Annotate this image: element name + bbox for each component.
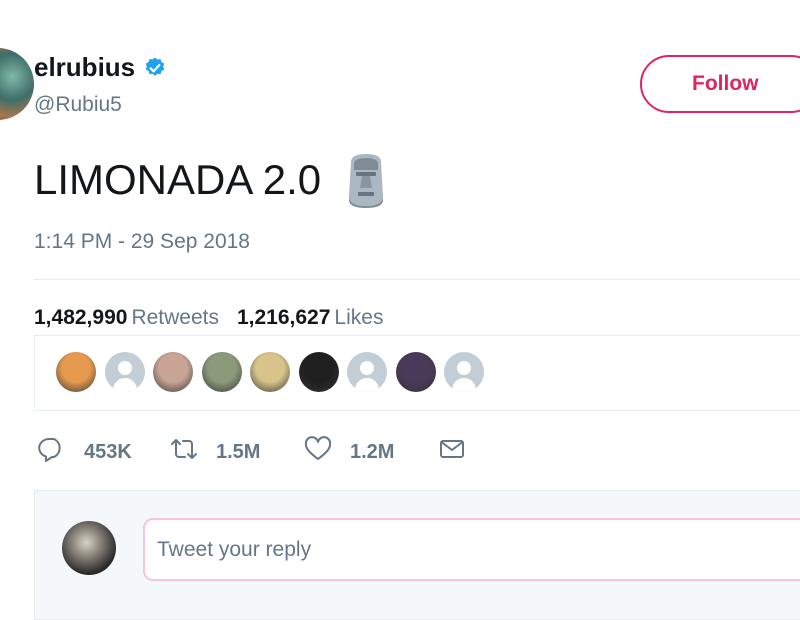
- liker-avatar[interactable]: [444, 352, 484, 392]
- retweet-count: 1.5M: [216, 440, 261, 463]
- tweet-timestamp[interactable]: 1:14 PM - 29 Sep 2018: [34, 230, 250, 254]
- likes-stat[interactable]: 1,216,627 Likes: [237, 306, 383, 329]
- liker-avatar[interactable]: [347, 352, 387, 392]
- liker-avatar[interactable]: [56, 352, 96, 392]
- envelope-icon: [438, 435, 466, 469]
- direct-message-action[interactable]: [438, 432, 466, 472]
- retweet-stat[interactable]: 1,482,990 Retweets: [34, 306, 219, 329]
- author-name[interactable]: elrubius: [34, 52, 135, 83]
- liker-avatar[interactable]: [395, 352, 436, 392]
- liker-avatar[interactable]: [201, 352, 242, 392]
- likes-count: 1,216,627: [236, 306, 331, 329]
- author-avatar[interactable]: [0, 48, 34, 120]
- retweets-count: 1,482,990: [34, 306, 128, 329]
- reply-count: 453K: [84, 440, 132, 463]
- moai-icon: [343, 152, 389, 208]
- like-action[interactable]: 1.2M: [304, 432, 394, 472]
- heart-icon: [304, 435, 332, 469]
- tweet-text-row: LIMONADA 2.0: [34, 152, 389, 208]
- likes-label: Likes: [334, 306, 384, 329]
- author-name-row[interactable]: elrubius: [34, 52, 167, 83]
- retweets-label: Retweets: [131, 306, 219, 329]
- liker-avatar[interactable]: [298, 352, 339, 392]
- liker-avatar[interactable]: [153, 352, 193, 392]
- reply-action[interactable]: 453K: [38, 432, 132, 472]
- liker-avatar[interactable]: [250, 352, 290, 392]
- retweet-action[interactable]: 1.5M: [170, 432, 260, 472]
- reply-input[interactable]: [143, 518, 800, 581]
- reply-icon: [38, 435, 66, 469]
- tweet-text: LIMONADA 2.0: [34, 156, 322, 203]
- tweet-stats: 1,482,990 Retweets 1,216,627 Likes: [34, 306, 383, 330]
- author-handle[interactable]: @Rubiu5: [34, 93, 122, 117]
- follow-button[interactable]: Follow: [640, 55, 800, 113]
- divider: [34, 279, 800, 280]
- verified-badge-icon: [143, 56, 167, 80]
- current-user-avatar: [62, 521, 116, 575]
- liker-avatars: [34, 335, 800, 411]
- like-count: 1.2M: [350, 440, 395, 463]
- retweet-icon: [170, 435, 198, 469]
- liker-avatar[interactable]: [104, 352, 145, 392]
